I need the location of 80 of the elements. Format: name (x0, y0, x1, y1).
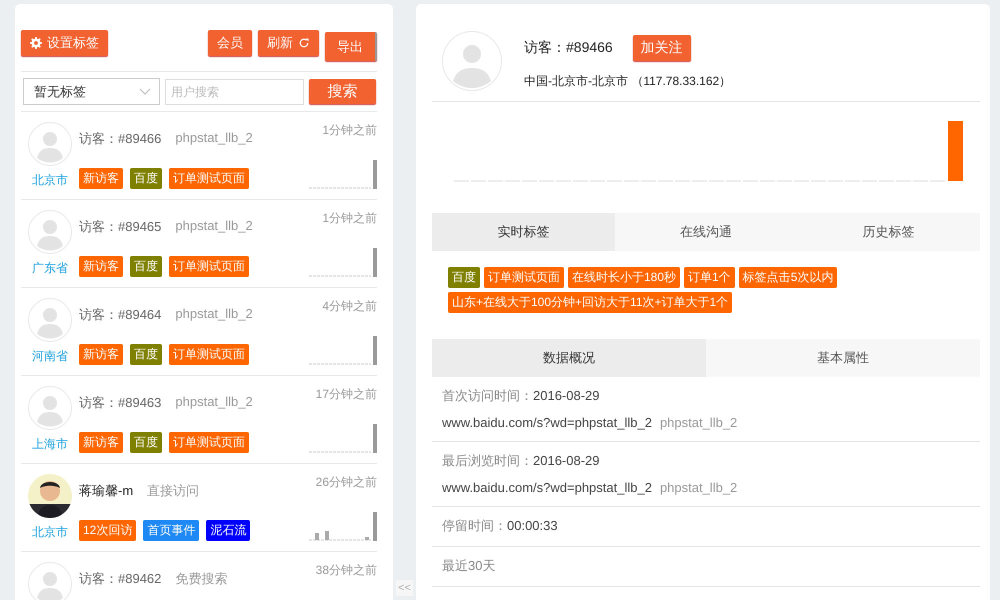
gear-icon (30, 37, 42, 49)
tab[interactable]: 在线沟通 (614, 213, 798, 251)
refresh-button[interactable]: 刷新 (258, 30, 319, 56)
tag: 百度 (130, 432, 162, 453)
tag: 订单测试页面 (169, 344, 249, 365)
visitor-name: 访客：#89465 (79, 218, 162, 236)
source-label: phpstat_llb_2 (175, 306, 253, 323)
tag: 订单1个 (684, 267, 735, 288)
field-label: 最后浏览时间： (442, 453, 533, 468)
tag: 订单测试页面 (169, 432, 249, 453)
location-label: 广东省 (32, 260, 68, 277)
source-label: phpstat_llb_2 (660, 480, 738, 495)
tab[interactable]: 数据概况 (432, 339, 706, 377)
location-label: 北京市 (32, 172, 68, 189)
time-label: 1分钟之前 (322, 122, 377, 139)
visitor-name: 访客：#89463 (79, 394, 162, 412)
source-label: phpstat_llb_2 (175, 218, 253, 235)
time-label: 17分钟之前 (316, 386, 377, 403)
tag: 订单测试页面 (169, 256, 249, 277)
source-label: phpstat_llb_2 (660, 415, 738, 430)
tag: 新访客 (79, 256, 123, 277)
tag: 订单测试页面 (169, 168, 249, 189)
tag: 新访客 (79, 168, 123, 189)
tag: 新访客 (79, 432, 123, 453)
member-button[interactable]: 会员 (208, 30, 252, 56)
location-label: 上海市 (32, 436, 68, 453)
tag: 泥石流 (206, 520, 250, 541)
tag: 新访客 (79, 344, 123, 365)
sparkline (309, 511, 377, 541)
tag: 百度 (130, 168, 162, 189)
location-label: 中国-北京市-北京市 （117.78.33.162） (524, 73, 732, 90)
time-label: 1分钟之前 (322, 210, 377, 227)
url-text: www.baidu.com/s?wd=phpstat_llb_2 (442, 415, 652, 430)
tab[interactable]: 历史标签 (797, 213, 980, 251)
time-label: 4分钟之前 (322, 298, 377, 315)
source-label: phpstat_llb_2 (175, 394, 253, 411)
field-value: 2016-08-29 (533, 388, 600, 403)
chevron-down-icon (139, 88, 151, 96)
field-label: 首次访问时间： (442, 388, 533, 403)
sparkline (309, 335, 377, 365)
field-value: 2016-08-29 (533, 453, 600, 468)
visitor-name: 访客：#89466 (79, 130, 162, 148)
source-label: 直接访问 (147, 482, 200, 500)
field-label: 停留时间： (442, 518, 507, 533)
tab[interactable]: 实时标签 (432, 213, 615, 251)
tag-select[interactable]: 暂无标签 (23, 78, 160, 105)
settings-button[interactable]: 设置标签 (21, 30, 108, 56)
tag: 百度 (448, 267, 480, 288)
sparkline (309, 159, 377, 189)
tag: 12次回访 (79, 520, 136, 541)
url-text: www.baidu.com/s?wd=phpstat_llb_2 (442, 480, 652, 495)
visitor-name: 蒋瑜馨-m (79, 482, 134, 500)
avatar-icon (442, 31, 502, 91)
refresh-icon (298, 37, 310, 49)
time-label: 26分钟之前 (316, 474, 377, 491)
location-label: 河南省 (32, 348, 68, 365)
visitor-name: 访客：#89464 (79, 306, 162, 324)
tab[interactable]: 基本属性 (706, 339, 980, 377)
source-label: 免费搜索 (175, 570, 228, 588)
field-value: 00:00:33 (507, 518, 558, 533)
location-label: 北京市 (32, 524, 68, 541)
tag: 首页事件 (143, 520, 200, 541)
tag: 百度 (130, 256, 162, 277)
tag: 标签点击5次以内 (738, 267, 838, 288)
sparkline (309, 247, 377, 277)
search-button[interactable]: 搜索 (309, 79, 376, 104)
time-label: 38分钟之前 (316, 562, 377, 579)
collapse-handle[interactable]: << (396, 580, 413, 596)
tag: 订单测试页面 (484, 267, 564, 288)
tag: 在线时长小于180秒 (568, 267, 680, 288)
follow-button[interactable]: 加关注 (632, 35, 691, 61)
tag: 百度 (130, 344, 162, 365)
visitor-name: 访客：#89462 (79, 570, 162, 588)
search-field[interactable]: 用户搜索 (165, 78, 304, 104)
sparkline (309, 423, 377, 453)
tag: 山东+在线大于100分钟+回访大于11次+订单大于1个 (448, 292, 732, 313)
export-button[interactable]: 导出 (325, 32, 377, 61)
visitor-name: 访客：#89466 (524, 39, 613, 57)
source-label: phpstat_llb_2 (175, 130, 253, 147)
field-label: 最近30天 (442, 558, 496, 573)
